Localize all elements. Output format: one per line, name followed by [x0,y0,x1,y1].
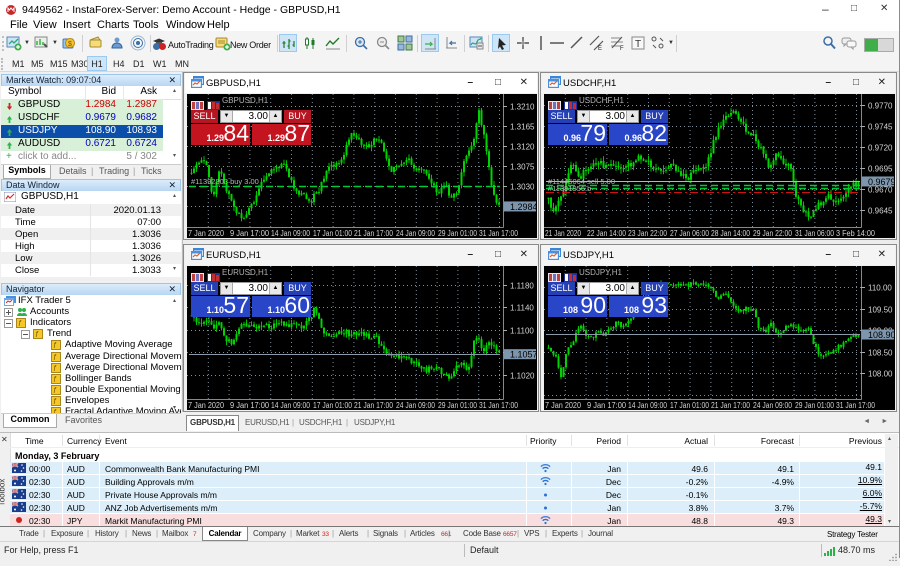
svg-text:29 Jan 01:00: 29 Jan 01:00 [438,229,477,238]
svg-text:108.50: 108.50 [868,349,893,358]
svg-text:9 Jan 17:00: 9 Jan 17:00 [587,401,627,410]
svg-text:24 Jan 09:00: 24 Jan 09:00 [396,229,435,238]
svg-text:21 Jan 17:00: 21 Jan 17:00 [354,229,393,238]
svg-text:17 Jan 01:00: 17 Jan 01:00 [313,401,352,410]
svg-text:108.00: 108.00 [868,370,893,379]
svg-text:14 Jan 09:00: 14 Jan 09:00 [271,401,310,410]
svg-text:1.1140: 1.1140 [510,304,534,313]
svg-text:17 Jan 01:00: 17 Jan 01:00 [670,401,709,410]
svg-text:1.3030: 1.3030 [510,183,535,192]
svg-text:0.9770: 0.9770 [868,102,893,111]
svg-text:108.90: 108.90 [868,330,895,340]
svg-text:1.1100: 1.1100 [510,327,534,336]
svg-text:31 Jan 17:00: 31 Jan 17:00 [479,401,518,410]
svg-text:1.3165: 1.3165 [510,123,535,132]
svg-text:1.3210: 1.3210 [510,103,535,112]
svg-text:0.9695: 0.9695 [868,165,893,174]
svg-text:31 Jan 06:00: 31 Jan 06:00 [795,229,834,238]
svg-text:21 Jan 17:00: 21 Jan 17:00 [711,401,750,410]
svg-text:29 Jan 01:00: 29 Jan 01:00 [795,401,834,410]
svg-text:24 Jan 09:00: 24 Jan 09:00 [753,401,792,410]
svg-text:1.3075: 1.3075 [510,163,535,172]
svg-text:1.3120: 1.3120 [510,143,535,152]
svg-text:110.00: 110.00 [868,284,892,293]
svg-text:1.1180: 1.1180 [510,282,534,291]
svg-text:#11392303 buy 3.00: #11392303 buy 3.00 [191,177,259,186]
svg-text:F: F [620,46,624,51]
svg-text:7 Jan 2020: 7 Jan 2020 [188,401,224,410]
svg-text:0.9745: 0.9745 [868,123,893,132]
svg-text:0.9645: 0.9645 [868,207,893,216]
svg-text:22 Jan 14:00: 22 Jan 14:00 [587,229,626,238]
svg-text:21 Jan 2020: 21 Jan 2020 [545,229,581,238]
svg-text:29 Jan 22:00: 29 Jan 22:00 [753,229,792,238]
svg-text:24 Jan 09:00: 24 Jan 09:00 [396,401,435,410]
svg-text:1.1020: 1.1020 [510,372,535,381]
svg-text:1.2984: 1.2984 [510,202,537,212]
svg-text:14 Jan 09:00: 14 Jan 09:00 [271,229,310,238]
svg-text:1.1057: 1.1057 [510,350,537,360]
svg-text:0.9679: 0.9679 [868,177,895,187]
svg-text:0.9720: 0.9720 [868,144,893,153]
svg-text:7 Jan 2020: 7 Jan 2020 [545,401,581,410]
svg-text:$: $ [68,41,72,48]
svg-text:27 Jan 06:00: 27 Jan 06:00 [670,229,709,238]
svg-text:29 Jan 01:00: 29 Jan 01:00 [438,401,477,410]
svg-text:23 Jan 22:00: 23 Jan 22:00 [628,229,667,238]
svg-text:T: T [635,39,641,50]
svg-text:#11391956 b: #11391956 b [548,184,591,193]
svg-text:28 Jan 14:00: 28 Jan 14:00 [711,229,750,238]
svg-text:7 Jan 2020: 7 Jan 2020 [188,229,224,238]
svg-text:9 Jan 17:00: 9 Jan 17:00 [230,229,270,238]
svg-text:14 Jan 09:00: 14 Jan 09:00 [628,401,667,410]
svg-text:3 Feb 14:00: 3 Feb 14:00 [836,229,875,238]
svg-text:31 Jan 17:00: 31 Jan 17:00 [479,229,518,238]
svg-text:9 Jan 17:00: 9 Jan 17:00 [230,401,270,410]
svg-text:31 Jan 17:00: 31 Jan 17:00 [836,401,875,410]
svg-text:109.50: 109.50 [868,306,893,315]
svg-text:17 Jan 01:00: 17 Jan 01:00 [313,229,352,238]
svg-text:E: E [598,46,602,51]
svg-text:21 Jan 17:00: 21 Jan 17:00 [354,401,393,410]
